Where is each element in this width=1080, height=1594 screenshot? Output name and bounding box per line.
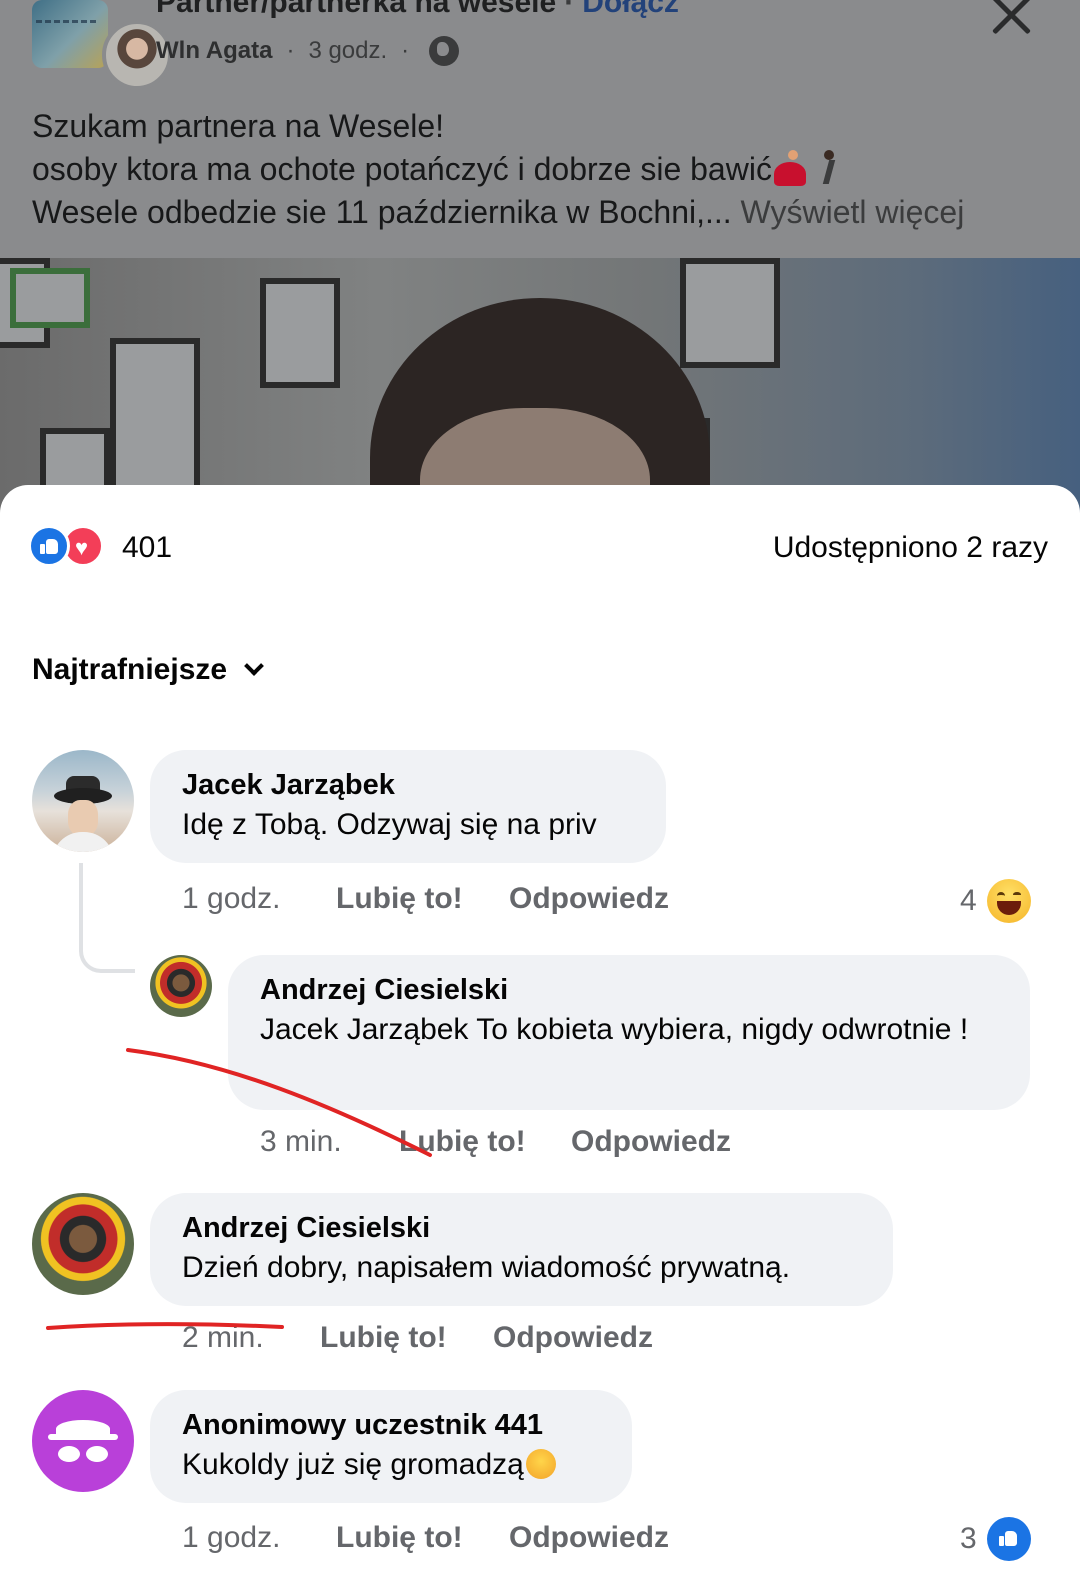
- post-time[interactable]: 3 godz.: [308, 37, 387, 65]
- avatar-detail: [68, 800, 98, 836]
- sort-label: Najtrafniejsze: [32, 653, 228, 686]
- post-background: Partner/partnerka na wesele · Dołącz Wln A…: [0, 0, 1080, 530]
- wall-frame: [10, 268, 90, 328]
- author-name[interactable]: Wln Agata: [156, 37, 272, 65]
- thumb-glyph: [998, 1530, 1017, 1546]
- avatar[interactable]: [32, 1193, 134, 1295]
- like-button[interactable]: Lubię to!: [336, 882, 509, 916]
- post-text-line: Szukam partnera na Wesele!: [32, 108, 445, 144]
- shares-count[interactable]: Udostępniono 2 razy: [773, 531, 1048, 565]
- heart-glyph: ♥: [75, 535, 89, 560]
- laughing-emoji-icon: [525, 1449, 556, 1479]
- post-text: Szukam partnera na Wesele! osoby ktora m…: [32, 105, 1052, 234]
- like-button[interactable]: Lubię to!: [320, 1321, 493, 1355]
- avatar-detail: [52, 832, 114, 852]
- group-name-text[interactable]: Partner/partnerka na wesele: [156, 0, 556, 19]
- haha-eye: [1012, 892, 1021, 897]
- globe-icon: [429, 36, 460, 66]
- comment-bubble[interactable]: Andrzej Ciesielski Jacek Jarząbek To kob…: [228, 955, 1030, 1110]
- commenter-name[interactable]: Andrzej Ciesielski: [182, 1209, 861, 1247]
- comment-actions: 3 min. Lubię to! Odpowiedz: [260, 1125, 731, 1159]
- comment-bubble[interactable]: Jacek Jarząbek Idę z Tobą. Odzywaj się n…: [150, 750, 666, 863]
- group-avatar-pattern: [36, 20, 96, 26]
- comment-sort-dropdown[interactable]: Najtrafniejsze: [32, 653, 264, 687]
- join-link[interactable]: Dołącz: [582, 0, 679, 19]
- haha-icon: [986, 879, 1031, 923]
- group-avatar[interactable]: [32, 0, 108, 68]
- like-button[interactable]: Lubię to!: [399, 1125, 571, 1159]
- comments-sheet: ♥ 401 Udostępniono 2 razy Najtrafniejsze…: [0, 485, 1080, 1594]
- like-button[interactable]: Lubię to!: [336, 1521, 509, 1555]
- separator-dot: ·: [401, 37, 410, 64]
- commenter-name[interactable]: Anonimowy uczestnik 441: [182, 1406, 600, 1444]
- comment-reaction-count: 3: [960, 1522, 977, 1555]
- anonymous-avatar[interactable]: [32, 1390, 134, 1492]
- comment-time[interactable]: 1 godz.: [182, 1521, 336, 1555]
- comment-text: Dzień dobry, napisałem wiadomość prywatn…: [182, 1251, 791, 1284]
- comment-reactions[interactable]: 4: [960, 879, 1031, 923]
- comment-bubble[interactable]: Anonimowy uczestnik 441 Kukoldy już się …: [150, 1390, 632, 1503]
- comment-bubble[interactable]: Andrzej Ciesielski Dzień dobry, napisałe…: [150, 1193, 893, 1306]
- comment-text: Idę z Tobą. Odzywaj się na priv: [182, 808, 597, 841]
- spy-glasses-icon: [86, 1446, 108, 1462]
- spy-glasses-icon: [58, 1446, 80, 1462]
- avatar[interactable]: [150, 955, 212, 1017]
- avatar[interactable]: [32, 750, 134, 852]
- reactions-summary[interactable]: ♥ 401 Udostępniono 2 razy: [28, 523, 1048, 573]
- see-more-link[interactable]: Wyświetl więcej: [741, 194, 965, 230]
- comment-actions: 1 godz. Lubię to! Odpowiedz: [182, 882, 669, 916]
- reply-thread-line: [79, 863, 135, 973]
- spy-hat-brim: [48, 1434, 118, 1440]
- reply-button[interactable]: Odpowiedz: [509, 1521, 669, 1555]
- wall-frame-insect: [680, 258, 780, 368]
- comment-actions: 1 godz. Lubię to! Odpowiedz: [182, 1521, 669, 1555]
- post-text-line-with-emoji: osoby ktora ma ochote potańczyć i dobrze…: [32, 148, 1052, 191]
- reply-button[interactable]: Odpowiedz: [509, 882, 669, 916]
- reply-button[interactable]: Odpowiedz: [493, 1321, 653, 1355]
- close-icon[interactable]: [987, 0, 1037, 40]
- author-line: Wln Agata · 3 godz. ·: [156, 36, 460, 66]
- thumb-glyph: [40, 538, 58, 554]
- separator-dot: ·: [564, 0, 575, 19]
- post-text-line-with-more: Wesele odbedzie sie 11 października w Bo…: [32, 191, 1052, 234]
- like-icon: [986, 1517, 1031, 1561]
- comment-time[interactable]: 3 min.: [260, 1125, 399, 1159]
- comment-reactions[interactable]: 3: [960, 1517, 1031, 1561]
- reply-button[interactable]: Odpowiedz: [571, 1125, 731, 1159]
- commenter-name[interactable]: Andrzej Ciesielski: [260, 971, 998, 1009]
- post-text-line: Wesele odbedzie sie 11 października w Bo…: [32, 194, 732, 230]
- dancer-emoji-icon: [772, 148, 812, 188]
- comment-text: Kukoldy już się gromadzą: [182, 1448, 524, 1481]
- group-name[interactable]: Partner/partnerka na wesele · Dołącz: [156, 0, 679, 20]
- separator-dot: ·: [286, 37, 295, 64]
- comment-text: Jacek Jarząbek To kobieta wybiera, nigdy…: [260, 1013, 969, 1046]
- comment-time[interactable]: 1 godz.: [182, 882, 336, 916]
- comment-actions: 2 min. Lubię to! Odpowiedz: [182, 1321, 653, 1355]
- commenter-name[interactable]: Jacek Jarząbek: [182, 766, 634, 804]
- comment-text-line: Kukoldy już się gromadzą: [182, 1444, 600, 1486]
- reaction-count[interactable]: 401: [122, 531, 172, 565]
- comment-time[interactable]: 2 min.: [182, 1321, 320, 1355]
- wall-frame: [260, 278, 340, 388]
- post-text-line: osoby ktora ma ochote potańczyć i dobrze…: [32, 151, 772, 187]
- chevron-down-icon: [244, 656, 264, 676]
- post-header: Partner/partnerka na wesele · Dołącz Wln A…: [32, 0, 1072, 90]
- comment-reaction-count: 4: [960, 884, 977, 917]
- man-dancing-emoji-icon: [812, 148, 846, 188]
- like-reaction-icon: [28, 525, 70, 567]
